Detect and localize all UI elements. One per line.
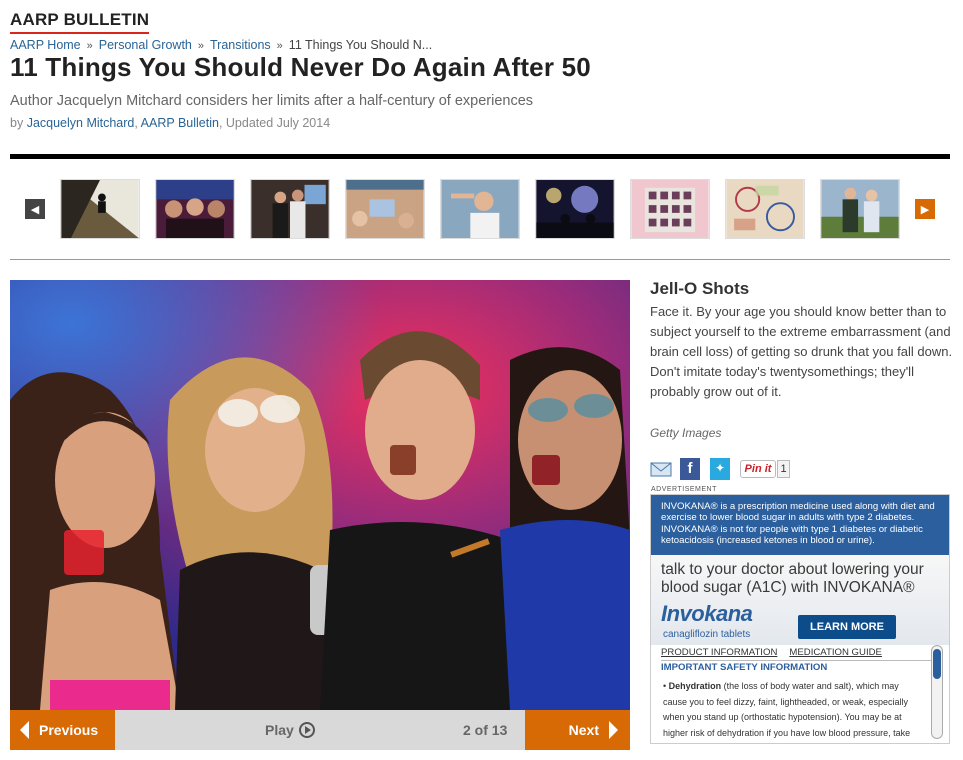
previous-slide-button[interactable]: Previous [10,710,115,750]
breadcrumb-separator: » [197,40,204,52]
article-subtitle: Author Jacquelyn Mitchard considers her … [10,93,534,109]
slide-counter: 2 of 13 [463,722,508,738]
slide-photo [10,280,630,710]
chevron-right-icon: ▶ [920,203,930,216]
header-divider [10,154,950,159]
medication-guide-link[interactable]: MEDICATION GUIDE [789,647,882,658]
breadcrumb-aarp-home[interactable]: AARP Home [10,38,81,52]
thumbnail-6[interactable] [535,179,615,239]
ad-safety-body: • Dehydration (the loss of body water an… [651,673,949,743]
ad-banner: talk to your doctor about lowering your … [651,555,949,645]
twitter-share-button[interactable]: ✦ [710,458,730,480]
chevron-left-icon: ◀ [30,203,40,216]
breadcrumb-transitions[interactable]: Transitions [210,38,271,52]
party-photo-illustration [10,280,630,710]
thumbnail-9[interactable] [820,179,900,239]
thumbnails-prev-button[interactable]: ◀ [25,199,45,219]
product-information-link[interactable]: PRODUCT INFORMATION [661,647,777,658]
masthead: AARP BULLETIN [10,10,150,34]
breadcrumb-current: 11 Things You Should N... [288,38,433,52]
twitter-bird-icon: ✦ [714,461,726,475]
author-link[interactable]: Jacquelyn Mitchard [27,116,135,130]
page-title: 11 Things You Should Never Do Again Afte… [10,52,591,82]
ad-body-bold: Dehydration [668,681,722,691]
email-icon [650,462,672,477]
ad-intro-text: INVOKANA® is a prescription medicine use… [651,495,949,555]
breadcrumb-personal-growth[interactable]: Personal Growth [99,38,192,52]
breadcrumb: AARP Home » Personal Growth » Transitions » 11… [10,38,432,52]
slide-heading: Jell-O Shots [650,279,750,298]
invokana-logo: Invokana [661,601,753,626]
publication-link[interactable]: AARP Bulletin [141,116,219,130]
advertisement-label: ADVERTISEMENT [651,486,717,493]
thumbnail-1[interactable] [60,179,140,239]
safety-title: IMPORTANT SAFETY INFORMATION [661,660,939,673]
byline-prefix: by [10,116,24,130]
byline: by Jacquelyn Mitchard, AARP Bulletin, Up… [10,116,331,130]
ad-headline: talk to your doctor about lowering your … [661,561,924,596]
thumbnail-7[interactable] [630,179,710,239]
play-label: Play [265,722,294,738]
thumbnail-8[interactable] [725,179,805,239]
play-icon [298,722,315,738]
next-label: Next [568,722,599,738]
breadcrumb-separator: » [86,40,93,52]
thumbnails-next-button[interactable]: ▶ [915,199,935,219]
invokana-ad[interactable]: INVOKANA® is a prescription medicine use… [650,494,950,744]
slideshow-controls: Previous Play 2 of 13 Next [10,710,630,750]
thumbnail-5[interactable] [440,179,520,239]
ad-scrollbar[interactable] [931,645,943,739]
arrow-left-icon [20,721,29,739]
facebook-icon: f [687,460,693,477]
ad-scrollbar-thumb[interactable] [933,649,941,679]
email-share-button[interactable] [650,458,672,480]
thumbnail-divider [10,259,950,260]
thumbnail-4[interactable] [345,179,425,239]
thumbnail-3[interactable] [250,179,330,239]
aarp-bulletin-logo[interactable]: AARP BULLETIN [10,10,150,34]
next-slide-button[interactable]: Next [525,710,630,750]
ad-links: PRODUCT INFORMATION MEDICATION GUIDE [651,645,949,658]
updated-date: Updated July 2014 [225,116,331,130]
learn-more-button[interactable]: LEARN MORE [798,615,896,639]
pin-count-badge: 1 [777,460,790,478]
thumbnail-2[interactable] [155,179,235,239]
ad-generic-name: canagliflozin tablets [663,629,751,640]
arrow-right-icon [609,721,618,739]
previous-label: Previous [39,722,99,738]
breadcrumb-separator: » [276,40,283,52]
play-slideshow-button[interactable]: Play [265,722,315,738]
slide-caption: Face it. By your age you should know bet… [650,304,953,399]
photo-credit: Getty Images [650,426,722,440]
facebook-share-button[interactable]: f [680,458,700,480]
pinterest-pin-button[interactable]: Pin it [740,460,776,478]
